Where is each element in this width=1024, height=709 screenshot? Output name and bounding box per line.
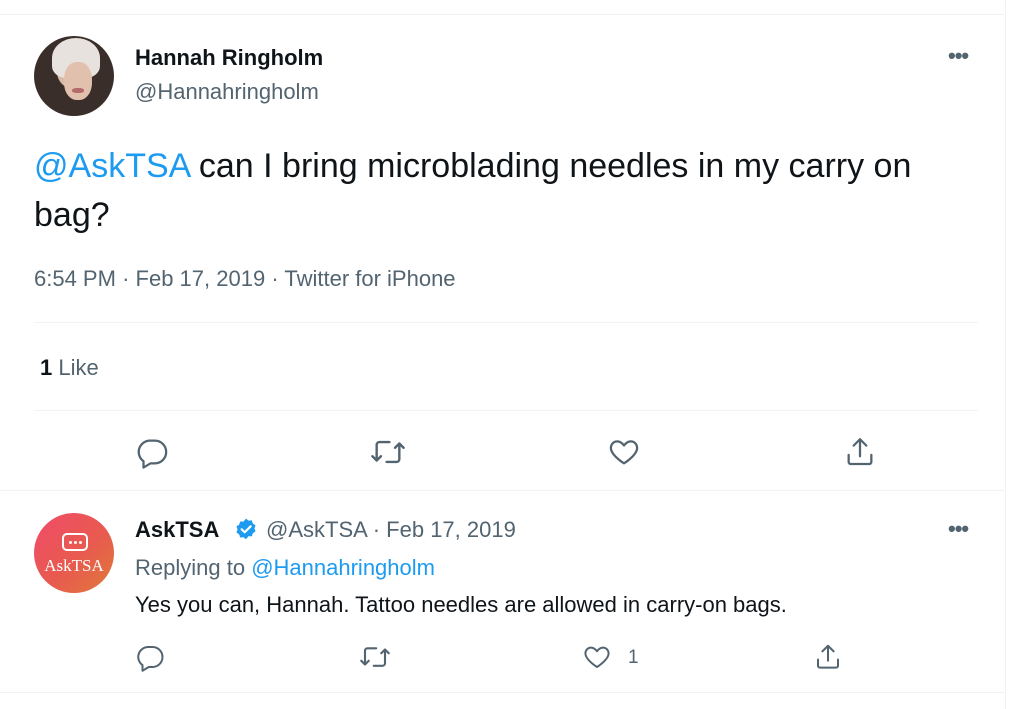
likes-label: Like xyxy=(58,355,99,380)
top-divider xyxy=(0,14,1005,15)
divider xyxy=(34,322,978,323)
reply-text: Yes you can, Hannah. Tattoo needles are … xyxy=(135,592,787,617)
author-handle[interactable]: @Hannahringholm xyxy=(135,79,319,105)
tweet-text: @AskTSA can I bring microblading needles… xyxy=(34,142,984,240)
reply-author-handle[interactable]: @AskTSA xyxy=(266,517,367,542)
likes-count: 1 xyxy=(40,355,53,380)
reply-meta: @AskTSA · Feb 17, 2019 xyxy=(266,517,516,543)
like-icon[interactable] xyxy=(577,637,617,677)
more-icon[interactable]: ••• xyxy=(948,43,969,69)
reply-author-name[interactable]: AskTSA xyxy=(135,517,219,543)
mention-link[interactable]: @AskTSA xyxy=(34,147,189,185)
avatar[interactable]: AskTSA xyxy=(34,513,114,593)
share-icon[interactable] xyxy=(808,637,848,677)
retweet-icon[interactable] xyxy=(355,637,395,677)
tweet-time[interactable]: 6:54 PM xyxy=(34,266,116,291)
reply-icon[interactable] xyxy=(132,432,172,472)
retweet-icon[interactable] xyxy=(368,432,408,472)
reply-icon[interactable] xyxy=(130,637,170,677)
author-name[interactable]: Hannah Ringholm xyxy=(135,45,323,71)
reply-date[interactable]: Feb 17, 2019 xyxy=(386,517,516,542)
meta-separator: · xyxy=(372,517,381,542)
like-icon[interactable] xyxy=(604,432,644,472)
tweet-meta: 6:54 PM · Feb 17, 2019 · Twitter for iPh… xyxy=(34,266,456,292)
meta-separator: · xyxy=(122,266,130,291)
replying-to-link[interactable]: @Hannahringholm xyxy=(251,555,435,580)
likes-stat[interactable]: 1 Like xyxy=(40,355,99,381)
chat-bubble-icon xyxy=(62,533,88,551)
verified-badge-icon xyxy=(233,517,259,548)
avatar[interactable] xyxy=(34,36,114,116)
tweet-date[interactable]: Feb 17, 2019 xyxy=(136,266,266,291)
avatar-brand-text: AskTSA xyxy=(44,556,104,575)
replying-prefix: Replying to xyxy=(135,555,246,580)
replying-to: Replying to @Hannahringholm xyxy=(135,555,435,581)
more-icon[interactable]: ••• xyxy=(948,516,969,542)
like-count: 1 xyxy=(628,647,639,668)
tweet-source[interactable]: Twitter for iPhone xyxy=(284,266,455,291)
divider xyxy=(0,692,1005,693)
divider xyxy=(34,410,978,411)
divider xyxy=(0,490,1005,491)
tweet-thread: Hannah Ringholm @Hannahringholm ••• @Ask… xyxy=(0,0,1006,709)
meta-separator: · xyxy=(271,266,279,291)
share-icon[interactable] xyxy=(840,432,880,472)
